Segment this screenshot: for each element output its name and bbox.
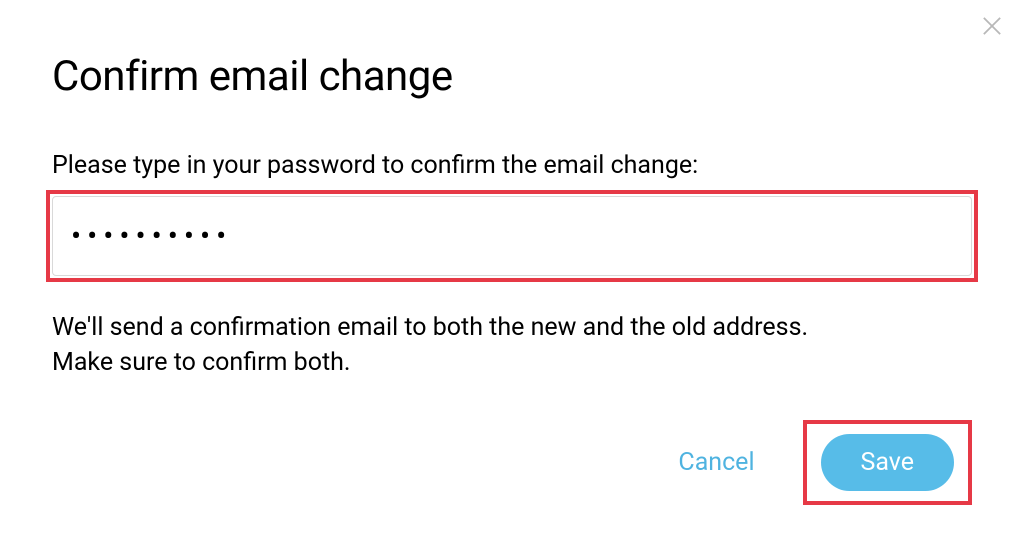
- confirm-email-change-dialog: Confirm email change Please type in your…: [0, 0, 1024, 535]
- cancel-button[interactable]: Cancel: [670, 434, 762, 491]
- save-button[interactable]: Save: [821, 434, 954, 491]
- dialog-actions: Cancel Save: [52, 420, 972, 505]
- close-icon[interactable]: [978, 12, 1006, 40]
- save-button-highlight: Save: [803, 420, 972, 505]
- password-input[interactable]: [52, 196, 972, 276]
- dialog-title: Confirm email change: [52, 52, 972, 101]
- password-prompt: Please type in your password to confirm …: [52, 151, 972, 180]
- confirmation-info: We'll send a confirmation email to both …: [52, 310, 872, 380]
- password-input-highlight: [46, 190, 978, 282]
